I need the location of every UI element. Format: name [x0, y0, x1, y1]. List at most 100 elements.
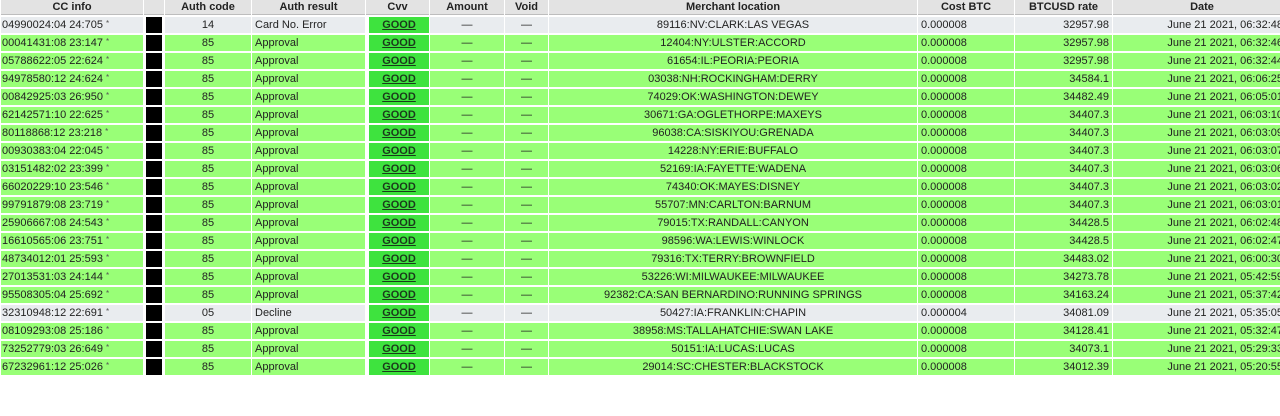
table-row[interactable]: 27013531:03 24:144 * 85 Approval GOOD — —53226… [1, 269, 1280, 285]
card-image-cell[interactable] [144, 359, 164, 375]
card-image-cell[interactable] [144, 143, 164, 159]
cc-info-cell[interactable]: 73252779:03 26:649 * [1, 341, 143, 357]
card-thumbnail[interactable] [146, 107, 162, 123]
card-thumbnail[interactable] [146, 233, 162, 249]
card-image-cell[interactable] [144, 251, 164, 267]
card-image-cell[interactable] [144, 89, 164, 105]
header-btcusd-rate[interactable]: BTCUSD rate [1015, 0, 1112, 15]
card-thumbnail[interactable] [146, 179, 162, 195]
table-row[interactable]: 00041431:08 23:147 * 85 Approval GOOD — —12404… [1, 35, 1280, 51]
cc-info-cell[interactable]: 00842925:03 26:950 * [1, 89, 143, 105]
header-amount[interactable]: Amount [430, 0, 504, 15]
card-image-cell[interactable] [144, 107, 164, 123]
card-thumbnail[interactable] [146, 161, 162, 177]
card-thumbnail[interactable] [146, 89, 162, 105]
table-row[interactable]: 16610565:06 23:751 * 85 Approval GOOD — —98596… [1, 233, 1280, 249]
header-merchant-location[interactable]: Merchant location [549, 0, 917, 15]
cvv-good-button[interactable]: GOOD [369, 305, 429, 321]
card-image-cell[interactable] [144, 341, 164, 357]
header-auth-result[interactable]: Auth result [252, 0, 365, 15]
cc-info-cell[interactable]: 66020229:10 23:546 * [1, 179, 143, 195]
cc-info-cell[interactable]: 05788622:05 22:624 * [1, 53, 143, 69]
card-thumbnail[interactable] [146, 35, 162, 51]
card-image-cell[interactable] [144, 53, 164, 69]
cc-info-cell[interactable]: 95508305:04 25:692 * [1, 287, 143, 303]
card-image-cell[interactable] [144, 305, 164, 321]
card-image-cell[interactable] [144, 179, 164, 195]
cvv-good-button[interactable]: GOOD [369, 53, 429, 69]
card-thumbnail[interactable] [146, 359, 162, 375]
card-image-cell[interactable] [144, 323, 164, 339]
card-thumbnail[interactable] [146, 305, 162, 321]
table-row[interactable]: 73252779:03 26:649 * 85 Approval GOOD — —50151… [1, 341, 1280, 357]
card-image-cell[interactable] [144, 35, 164, 51]
header-date[interactable]: Date [1113, 0, 1280, 15]
card-thumbnail[interactable] [146, 143, 162, 159]
cvv-good-button[interactable]: GOOD [369, 197, 429, 213]
card-thumbnail[interactable] [146, 197, 162, 213]
header-cvv[interactable]: Cvv [366, 0, 429, 15]
card-image-cell[interactable] [144, 71, 164, 87]
table-row[interactable]: 99791879:08 23:719 * 85 Approval GOOD — —55707… [1, 197, 1280, 213]
cvv-good-button[interactable]: GOOD [369, 251, 429, 267]
cvv-good-button[interactable]: GOOD [369, 287, 429, 303]
card-image-cell[interactable] [144, 287, 164, 303]
table-row[interactable]: 80118868:12 23:218 * 85 Approval GOOD — —96038… [1, 125, 1280, 141]
cvv-good-button[interactable]: GOOD [369, 179, 429, 195]
card-image-cell[interactable] [144, 161, 164, 177]
header-auth-code[interactable]: Auth code [165, 0, 251, 15]
card-thumbnail[interactable] [146, 269, 162, 285]
card-thumbnail[interactable] [146, 251, 162, 267]
cc-info-cell[interactable]: 00041431:08 23:147 * [1, 35, 143, 51]
cvv-good-button[interactable]: GOOD [369, 143, 429, 159]
card-thumbnail[interactable] [146, 17, 162, 33]
cvv-good-button[interactable]: GOOD [369, 89, 429, 105]
card-thumbnail[interactable] [146, 71, 162, 87]
card-thumbnail[interactable] [146, 53, 162, 69]
cvv-good-button[interactable]: GOOD [369, 107, 429, 123]
card-thumbnail[interactable] [146, 215, 162, 231]
card-image-cell[interactable] [144, 215, 164, 231]
header-cost-btc[interactable]: Cost BTC [918, 0, 1014, 15]
header-void[interactable]: Void [505, 0, 548, 15]
card-thumbnail[interactable] [146, 323, 162, 339]
cc-info-cell[interactable]: 03151482:02 23:399 * [1, 161, 143, 177]
cvv-good-button[interactable]: GOOD [369, 359, 429, 375]
table-row[interactable]: 08109293:08 25:186 * 85 Approval GOOD — —38958… [1, 323, 1280, 339]
table-row[interactable]: 48734012:01 25:593 * 85 Approval GOOD — —79316… [1, 251, 1280, 267]
cc-info-cell[interactable]: 16610565:06 23:751 * [1, 233, 143, 249]
cvv-good-button[interactable]: GOOD [369, 71, 429, 87]
cc-info-cell[interactable]: 04990024:04 24:705 * [1, 17, 143, 33]
card-thumbnail[interactable] [146, 125, 162, 141]
cc-info-cell[interactable]: 48734012:01 25:593 * [1, 251, 143, 267]
cc-info-cell[interactable]: 62142571:10 22:625 * [1, 107, 143, 123]
cvv-good-button[interactable]: GOOD [369, 35, 429, 51]
card-image-cell[interactable] [144, 233, 164, 249]
table-row[interactable]: 05788622:05 22:624 * 85 Approval GOOD — —61654… [1, 53, 1280, 69]
cc-info-cell[interactable]: 08109293:08 25:186 * [1, 323, 143, 339]
cc-info-cell[interactable]: 80118868:12 23:218 * [1, 125, 143, 141]
card-thumbnail[interactable] [146, 341, 162, 357]
cvv-good-button[interactable]: GOOD [369, 269, 429, 285]
header-cc-info[interactable]: CC info [1, 0, 143, 15]
card-image-cell[interactable] [144, 269, 164, 285]
card-image-cell[interactable] [144, 197, 164, 213]
cvv-good-button[interactable]: GOOD [369, 17, 429, 33]
card-thumbnail[interactable] [146, 287, 162, 303]
cvv-good-button[interactable]: GOOD [369, 341, 429, 357]
table-row[interactable]: 25906667:08 24:543 * 85 Approval GOOD — —79015… [1, 215, 1280, 231]
cc-info-cell[interactable]: 32310948:12 22:691 * [1, 305, 143, 321]
cvv-good-button[interactable]: GOOD [369, 323, 429, 339]
table-row[interactable]: 66020229:10 23:546 * 85 Approval GOOD — —74340… [1, 179, 1280, 195]
table-row[interactable]: 62142571:10 22:625 * 85 Approval GOOD — —30671… [1, 107, 1280, 123]
cvv-good-button[interactable]: GOOD [369, 161, 429, 177]
cvv-good-button[interactable]: GOOD [369, 125, 429, 141]
card-image-cell[interactable] [144, 17, 164, 33]
cc-info-cell[interactable]: 99791879:08 23:719 * [1, 197, 143, 213]
table-row[interactable]: 00842925:03 26:950 * 85 Approval GOOD — —74029… [1, 89, 1280, 105]
table-row[interactable]: 00930383:04 22:045 * 85 Approval GOOD — —14228… [1, 143, 1280, 159]
table-row[interactable]: 67232961:12 25:026 * 85 Approval GOOD — —29014… [1, 359, 1280, 375]
table-row[interactable]: 03151482:02 23:399 * 85 Approval GOOD — —52169… [1, 161, 1280, 177]
cc-info-cell[interactable]: 00930383:04 22:045 * [1, 143, 143, 159]
cvv-good-button[interactable]: GOOD [369, 215, 429, 231]
